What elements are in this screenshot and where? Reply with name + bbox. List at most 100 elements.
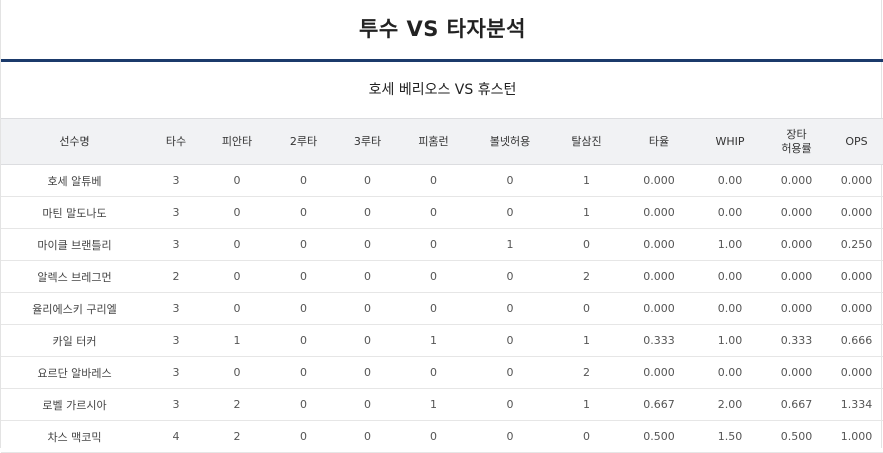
- table-row: 호세 알튜베 3 0 0 0 0 0 1 0.000 0.00 0.000 0.000: [1, 164, 883, 197]
- doubles-cell: 0: [270, 196, 337, 229]
- at-bats-cell: 3: [148, 388, 204, 421]
- hits-allowed-cell: 0: [204, 228, 270, 261]
- whip-cell: 0.00: [696, 292, 764, 325]
- strikeouts-cell: 2: [551, 260, 622, 293]
- col-header-batting-average: 타율: [622, 118, 696, 165]
- doubles-cell: 0: [270, 356, 337, 389]
- hits-allowed-cell: 2: [204, 388, 270, 421]
- whip-cell: 1.00: [696, 228, 764, 261]
- walks-allowed-cell: 0: [469, 292, 551, 325]
- player-name-cell: 알렉스 브레그먼: [1, 260, 148, 293]
- slugging-allowed-cell: 0.000: [764, 228, 829, 261]
- player-name-cell: 율리에스키 구리엘: [1, 292, 148, 325]
- batting-average-cell: 0.000: [622, 356, 696, 389]
- player-name-cell: 호세 알튜베: [1, 164, 148, 197]
- home-runs-allowed-cell: 0: [398, 292, 469, 325]
- strikeouts-cell: 0: [551, 228, 622, 261]
- home-runs-allowed-cell: 0: [398, 356, 469, 389]
- col-header-slugging-allowed: 장타 허용률: [764, 118, 829, 165]
- doubles-cell: 0: [270, 324, 337, 357]
- doubles-cell: 0: [270, 388, 337, 421]
- table-row: 알렉스 브레그먼 2 0 0 0 0 0 2 0.000 0.00 0.000 0.000: [1, 260, 883, 293]
- hits-allowed-cell: 1: [204, 324, 270, 357]
- table-row: 카일 터커 3 1 0 0 1 0 1 0.333 1.00 0.333 0.666: [1, 324, 883, 357]
- col-header-walks-allowed: 볼넷허용: [469, 118, 551, 165]
- strikeouts-cell: 2: [551, 356, 622, 389]
- slugging-allowed-cell: 0.667: [764, 388, 829, 421]
- strikeouts-cell: 1: [551, 388, 622, 421]
- doubles-cell: 0: [270, 228, 337, 261]
- slugging-allowed-cell: 0.000: [764, 356, 829, 389]
- at-bats-cell: 3: [148, 228, 204, 261]
- walks-allowed-cell: 0: [469, 196, 551, 229]
- ops-cell: 0.250: [829, 228, 883, 261]
- slugging-allowed-cell: 0.000: [764, 164, 829, 197]
- player-name-cell: 마틴 말도나도: [1, 196, 148, 229]
- col-header-whip: WHIP: [696, 118, 764, 165]
- walks-allowed-cell: 0: [469, 260, 551, 293]
- col-header-at-bats: 타수: [148, 118, 204, 165]
- home-runs-allowed-cell: 0: [398, 164, 469, 197]
- whip-cell: 0.00: [696, 260, 764, 293]
- ops-cell: 1.334: [829, 388, 883, 421]
- table-row: 율리에스키 구리엘 3 0 0 0 0 0 0 0.000 0.00 0.000 0.000: [1, 292, 883, 325]
- whip-cell: 0.00: [696, 356, 764, 389]
- whip-cell: 0.00: [696, 196, 764, 229]
- table-row: 마이클 브랜틀리 3 0 0 0 0 1 0 0.000 1.00 0.000 0.250: [1, 228, 883, 261]
- col-header-doubles: 2루타: [270, 118, 337, 165]
- triples-cell: 0: [337, 164, 398, 197]
- slugging-allowed-cell: 0.333: [764, 324, 829, 357]
- ops-cell: 0.000: [829, 356, 883, 389]
- batting-average-cell: 0.000: [622, 164, 696, 197]
- strikeouts-cell: 1: [551, 196, 622, 229]
- hits-allowed-cell: 0: [204, 196, 270, 229]
- home-runs-allowed-cell: 0: [398, 196, 469, 229]
- hits-allowed-cell: 0: [204, 356, 270, 389]
- slugging-header-line-1: 장타: [786, 127, 807, 141]
- strikeouts-cell: 1: [551, 164, 622, 197]
- triples-cell: 0: [337, 356, 398, 389]
- ops-cell: 0.666: [829, 324, 883, 357]
- triples-cell: 0: [337, 292, 398, 325]
- at-bats-cell: 3: [148, 196, 204, 229]
- at-bats-cell: 3: [148, 164, 204, 197]
- ops-cell: 0.000: [829, 260, 883, 293]
- col-header-ops: OPS: [829, 118, 883, 165]
- home-runs-allowed-cell: 1: [398, 388, 469, 421]
- stats-table: 선수명 타수 피안타 2루타 3루타 피홈런 볼넷허용 탈삼진 타율 WHIP …: [1, 118, 883, 453]
- walks-allowed-cell: 0: [469, 164, 551, 197]
- whip-cell: 1.00: [696, 324, 764, 357]
- ops-cell: 0.000: [829, 164, 883, 197]
- walks-allowed-cell: 0: [469, 324, 551, 357]
- at-bats-cell: 3: [148, 324, 204, 357]
- col-header-strikeouts: 탈삼진: [551, 118, 622, 165]
- home-runs-allowed-cell: 1: [398, 324, 469, 357]
- hits-allowed-cell: 0: [204, 260, 270, 293]
- at-bats-cell: 3: [148, 356, 204, 389]
- whip-cell: 2.00: [696, 388, 764, 421]
- batting-average-cell: 0.333: [622, 324, 696, 357]
- matchup-heading: 호세 베리오스 VS 휴스턴: [368, 82, 517, 98]
- col-header-player-name: 선수명: [1, 118, 148, 165]
- player-name-cell: 요르단 알바레스: [1, 356, 148, 389]
- doubles-cell: 0: [270, 164, 337, 197]
- batting-average-cell: 0.667: [622, 388, 696, 421]
- slugging-allowed-cell: 0.000: [764, 196, 829, 229]
- table-row: 요르단 알바레스 3 0 0 0 0 0 2 0.000 0.00 0.000 0.000: [1, 356, 883, 389]
- triples-cell: 0: [337, 228, 398, 261]
- home-runs-allowed-cell: 0: [398, 260, 469, 293]
- at-bats-cell: 2: [148, 260, 204, 293]
- batting-average-cell: 0.000: [622, 292, 696, 325]
- triples-cell: 0: [337, 324, 398, 357]
- doubles-cell: 0: [270, 292, 337, 325]
- table-header-row: 선수명 타수 피안타 2루타 3루타 피홈런 볼넷허용 탈삼진 타율 WHIP …: [1, 118, 883, 165]
- home-runs-allowed-cell: 0: [398, 228, 469, 261]
- triples-cell: 0: [337, 196, 398, 229]
- at-bats-cell: 3: [148, 292, 204, 325]
- walks-allowed-cell: 1: [469, 228, 551, 261]
- page-frame: 투수 VS 타자분석 호세 베리오스 VS 휴스턴 선수명 타수 피안타 2루타…: [0, 0, 883, 453]
- table-row: 로벨 가르시아 3 2 0 0 1 0 1 0.667 2.00 0.667 1.334: [1, 388, 883, 421]
- col-header-home-runs-allowed: 피홈런: [398, 118, 469, 165]
- batting-average-cell: 0.000: [622, 260, 696, 293]
- strikeouts-cell: 0: [551, 292, 622, 325]
